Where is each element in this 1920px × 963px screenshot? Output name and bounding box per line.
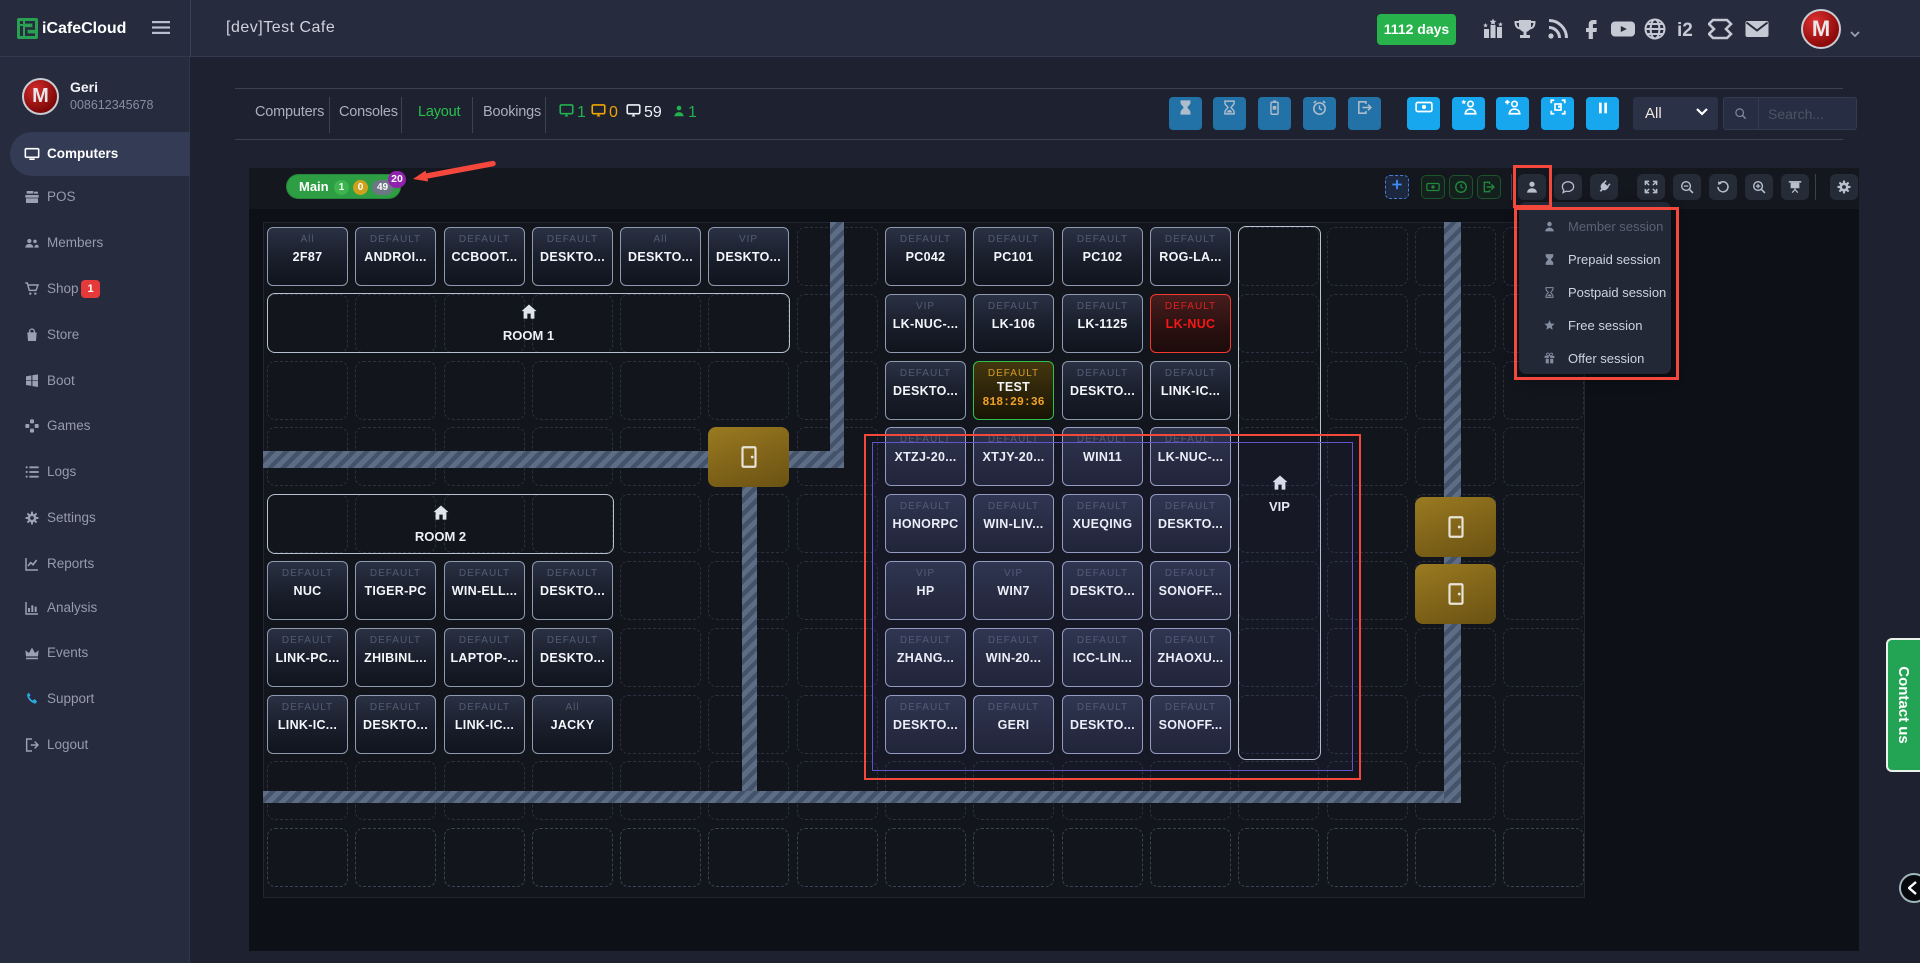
svg-text:i2: i2 bbox=[1677, 20, 1693, 41]
